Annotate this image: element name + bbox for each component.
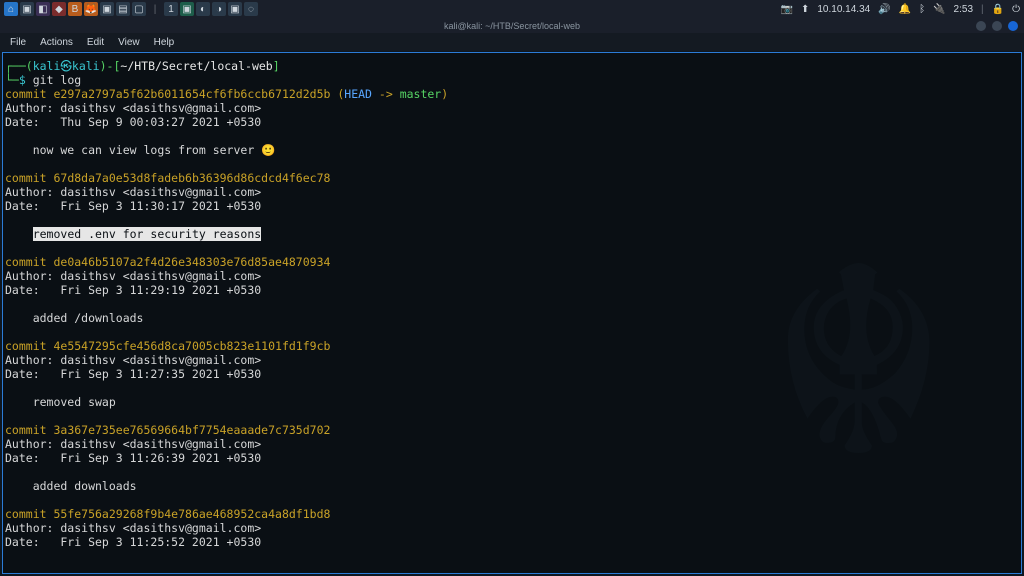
highlighted-selection[interactable]: removed .env for security reasons [33, 227, 261, 241]
task-app4-icon[interactable]: ▣ [228, 2, 242, 16]
prompt-dollar: $ [19, 73, 26, 87]
commit-hash: 3a367e735ee76569664bf7754eaaade7c735d702 [53, 423, 330, 437]
power-icon[interactable]: ⏻ [1012, 4, 1020, 15]
prompt-at-icon: ㉿ [60, 59, 72, 73]
prompt-user: kali [33, 59, 61, 73]
terminal-viewport[interactable]: ☬ ┌──(kali㉿kali)-[~/HTB/Secret/local-web… [2, 52, 1022, 574]
commit-label: commit [5, 423, 53, 437]
window-title: kali@kali: ~/HTB/Secret/local-web [444, 21, 580, 31]
commit-label: commit [5, 255, 53, 269]
date-line: Date: Fri Sep 3 11:30:17 2021 +0530 [5, 199, 261, 213]
task-term-icon[interactable]: ▣ [180, 2, 194, 16]
menu-actions[interactable]: Actions [40, 37, 73, 48]
date-line: Date: Fri Sep 3 11:26:39 2021 +0530 [5, 451, 261, 465]
notifications-icon[interactable]: 🔔 [899, 4, 911, 15]
commit-message: added /downloads [5, 311, 143, 325]
battery-icon[interactable]: 🔌 [933, 4, 945, 15]
terminal-menubar: File Actions Edit View Help [0, 33, 1024, 51]
commit-hash: de0a46b5107a2f4d26e348303e76d85ae4870934 [53, 255, 330, 269]
terminal-icon[interactable]: ▣ [100, 2, 114, 16]
tool1-icon[interactable]: ◆ [52, 2, 66, 16]
commit-hash: 4e5547295cfe456d8ca7005cb823e1101fd1f9cb [53, 339, 330, 353]
date-line: Date: Fri Sep 3 11:27:35 2021 +0530 [5, 367, 261, 381]
prompt-end: ] [273, 59, 280, 73]
author-line: Author: dasithsv <dasithsv@gmail.com> [5, 185, 261, 199]
window-close-icon[interactable] [1008, 21, 1018, 31]
commit-hash: e297a2797a5f62b6011654cf6fb6ccb6712d2d5b [53, 87, 330, 101]
burp-icon[interactable]: B [68, 2, 82, 16]
ws1-icon[interactable]: 1 [164, 2, 178, 16]
author-line: Author: dasithsv <dasithsv@gmail.com> [5, 101, 261, 115]
paren-close: ) [441, 87, 448, 101]
commit-label: commit [5, 87, 53, 101]
commit-message: now we can view logs from server 🙂 [5, 143, 276, 157]
window-titlebar[interactable]: kali@kali: ~/HTB/Secret/local-web [0, 18, 1024, 33]
date-line: Date: Thu Sep 9 00:03:27 2021 +0530 [5, 115, 261, 129]
commit-label: commit [5, 507, 53, 521]
commit-message: added downloads [5, 479, 137, 493]
commit-label: commit [5, 339, 53, 353]
network-icon[interactable]: ⬆ [801, 4, 809, 15]
ip-label: 10.10.14.34 [817, 4, 870, 15]
show-desktop-icon[interactable]: ▢ [132, 2, 146, 16]
prompt-path: ~/HTB/Secret/local-web [120, 59, 272, 73]
author-line: Author: dasithsv <dasithsv@gmail.com> [5, 269, 261, 283]
prompt-corner2: └─ [5, 73, 19, 87]
author-line: Author: dasithsv <dasithsv@gmail.com> [5, 353, 261, 367]
menu-edit[interactable]: Edit [87, 37, 104, 48]
editor-icon[interactable]: ▤ [116, 2, 130, 16]
commit-hash: 55fe756a29268f9b4e786ae468952ca4a8df1bd8 [53, 507, 330, 521]
arrow-icon: -> [379, 87, 400, 101]
commit-hash: 67d8da7a0e53d8fadeb6b36396d86cdcd4f6ec78 [53, 171, 330, 185]
recording-icon[interactable]: 📷 [781, 4, 793, 15]
task-app3-icon[interactable]: ◑ [212, 2, 226, 16]
date-line: Date: Fri Sep 3 11:29:19 2021 +0530 [5, 283, 261, 297]
window-maximize-icon[interactable] [992, 21, 1002, 31]
panel-separator: | [148, 2, 162, 16]
prompt-host: kali [72, 59, 100, 73]
task-app5-icon[interactable]: ◌ [244, 2, 258, 16]
paren-open: ( [330, 87, 344, 101]
terminal-output[interactable]: ┌──(kali㉿kali)-[~/HTB/Secret/local-web] … [5, 59, 1019, 549]
lock-icon[interactable]: 🔒 [992, 4, 1004, 15]
files-icon[interactable]: ▣ [20, 2, 34, 16]
firefox-icon[interactable]: 🦊 [84, 2, 98, 16]
volume-icon[interactable]: 🔊 [878, 4, 890, 15]
menu-help[interactable]: Help [154, 37, 175, 48]
kali-menu-icon[interactable]: ⌂ [4, 2, 18, 16]
clock-label: 2:53 [954, 4, 973, 15]
author-line: Author: dasithsv <dasithsv@gmail.com> [5, 437, 261, 451]
msg-indent [5, 227, 33, 241]
window-minimize-icon[interactable] [976, 21, 986, 31]
date-line: Date: Fri Sep 3 11:25:52 2021 +0530 [5, 535, 261, 549]
branch-master: master [400, 87, 442, 101]
task-app2-icon[interactable]: ◐ [196, 2, 210, 16]
prompt-corner: ┌──( [5, 59, 33, 73]
prompt-close: )-[ [100, 59, 121, 73]
head-ref: HEAD [344, 87, 379, 101]
commit-label: commit [5, 171, 53, 185]
menu-file[interactable]: File [10, 37, 26, 48]
xfce-panel[interactable]: ⌂ ▣ ◧ ◆ B 🦊 ▣ ▤ ▢ | 1 ▣ ◐ ◑ ▣ ◌ 📷 ⬆ 10.1… [0, 0, 1024, 18]
commit-message: removed swap [5, 395, 116, 409]
command-text: git log [26, 73, 81, 87]
browser-icon[interactable]: ◧ [36, 2, 50, 16]
bluetooth-icon[interactable]: ᛒ [919, 4, 925, 15]
author-line: Author: dasithsv <dasithsv@gmail.com> [5, 521, 261, 535]
panel-separator: | [981, 4, 984, 15]
menu-view[interactable]: View [118, 37, 140, 48]
